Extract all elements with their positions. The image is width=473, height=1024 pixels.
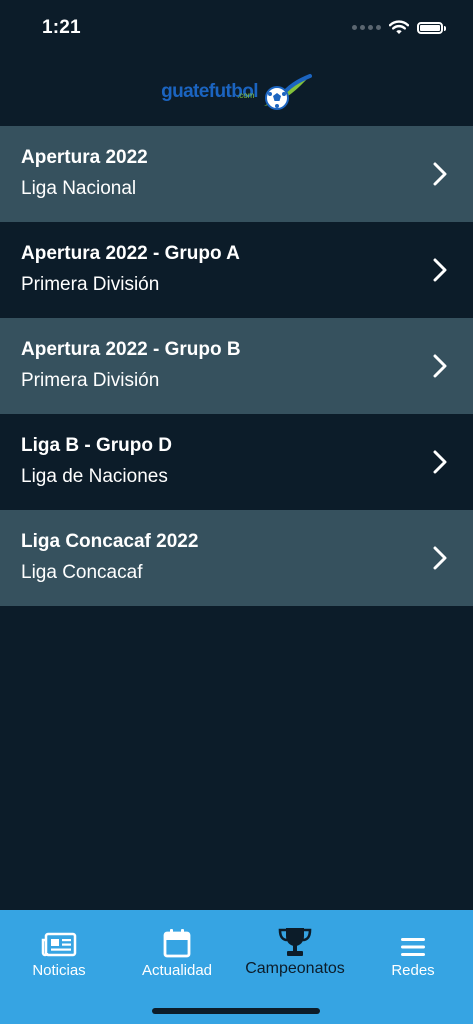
app-header: guatefutbol .com: [0, 62, 473, 122]
menu-icon: [401, 938, 425, 956]
tab-actualidad[interactable]: Actualidad: [118, 910, 236, 990]
tab-label: Actualidad: [141, 962, 213, 979]
championship-row-apertura-2022[interactable]: Apertura 2022 Liga Nacional: [0, 126, 473, 222]
newspaper-icon: [41, 932, 77, 957]
wifi-icon: [389, 20, 409, 34]
championship-row-grupo-b[interactable]: Apertura 2022 - Grupo B Primera División: [0, 318, 473, 414]
row-subtitle: Primera División: [21, 274, 160, 295]
tab-label: Noticias: [32, 962, 86, 979]
tab-bar: Noticias Actualidad Campeonatos Redes: [0, 910, 473, 1024]
row-title: Apertura 2022: [21, 147, 148, 168]
tab-campeonatos[interactable]: Campeonatos: [236, 910, 354, 990]
status-bar: 1:21: [0, 0, 473, 58]
logo-domain: .com: [237, 91, 255, 100]
chevron-right-icon: [433, 546, 447, 570]
chevron-right-icon: [433, 450, 447, 474]
tab-redes[interactable]: Redes: [354, 910, 472, 990]
chevron-right-icon: [433, 162, 447, 186]
chevron-right-icon: [433, 354, 447, 378]
home-indicator[interactable]: [152, 1008, 320, 1014]
status-time: 1:21: [42, 17, 81, 38]
tab-label: Redes: [391, 962, 435, 979]
row-subtitle: Liga de Naciones: [21, 466, 168, 487]
row-title: Apertura 2022 - Grupo A: [21, 243, 240, 264]
row-subtitle: Liga Nacional: [21, 178, 137, 199]
championship-row-liga-concacaf[interactable]: Liga Concacaf 2022 Liga Concacaf: [0, 510, 473, 606]
championship-row-liga-b[interactable]: Liga B - Grupo D Liga de Naciones: [0, 414, 473, 510]
row-title: Liga Concacaf 2022: [21, 531, 199, 552]
championship-row-grupo-a[interactable]: Apertura 2022 - Grupo A Primera División: [0, 222, 473, 318]
calendar-icon: [163, 929, 191, 958]
chevron-right-icon: [433, 258, 447, 282]
guatefutbol-logo: guatefutbol .com: [161, 72, 312, 112]
trophy-icon: [278, 928, 312, 956]
row-subtitle: Primera División: [21, 370, 160, 391]
status-icons: [352, 20, 446, 35]
tab-label: Campeonatos: [245, 960, 345, 977]
cellular-signal-icon: [352, 25, 381, 30]
row-title: Liga B - Grupo D: [21, 435, 172, 456]
tab-noticias[interactable]: Noticias: [0, 910, 118, 990]
row-subtitle: Liga Concacaf: [21, 562, 143, 583]
row-title: Apertura 2022 - Grupo B: [21, 339, 241, 360]
soccer-ball-icon: [263, 74, 312, 110]
championship-list: Apertura 2022 Liga Nacional Apertura 202…: [0, 126, 473, 606]
battery-icon: [417, 21, 446, 34]
